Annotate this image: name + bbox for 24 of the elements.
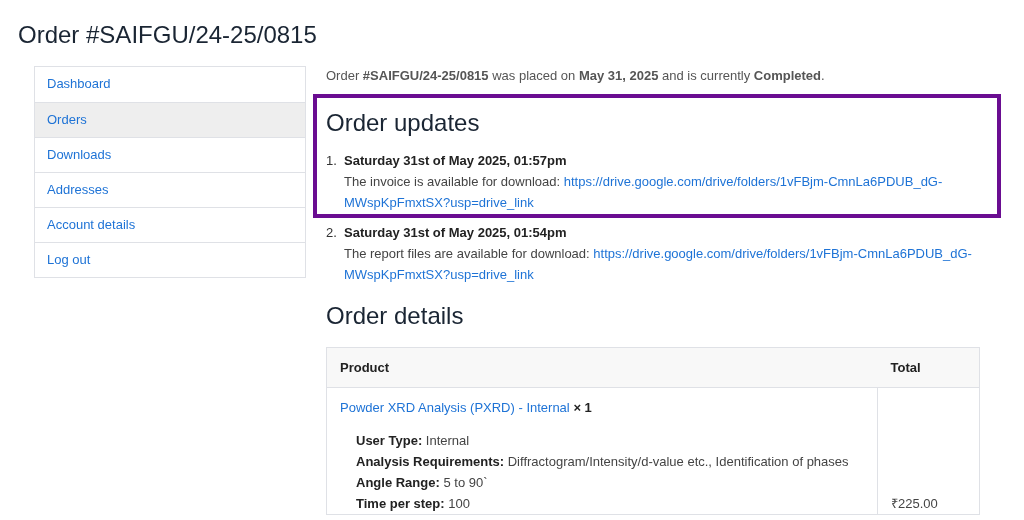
nav-link[interactable]: Orders <box>35 102 305 137</box>
download-link[interactable]: MWspKpFmxtSX?usp=drive_link <box>344 195 534 210</box>
column-header: Product <box>326 347 878 388</box>
update-message: The report files are available for download: <box>344 246 590 261</box>
product-meta: Angle Range: 5 to 90` <box>356 474 489 492</box>
update-message: The invoice is available for download: <box>344 174 561 189</box>
update-date: Saturday 31st of May 2025, 01:57pm <box>344 152 568 170</box>
product-meta: User Type: Internal <box>356 432 471 450</box>
download-link[interactable]: https://drive.google.com/drive/folders/1vFBjm-CmnLa6PDUB_dG- <box>593 246 972 261</box>
update-date: Saturday 31st of May 2025, 01:54pm <box>344 224 568 242</box>
quantity: × 1 <box>573 400 592 415</box>
total-cell: ₹225.00 <box>877 387 980 515</box>
order-summary: Order #SAIFGU/24-25/0815 was placed on May 31, 2025 and is currently Completed. <box>326 67 826 85</box>
page-title: Order #SAIFGU/24-25/0815 <box>18 20 318 50</box>
list-number: 1. <box>326 152 338 170</box>
section-heading: Order updates <box>326 108 481 138</box>
list-number: 2. <box>326 224 338 242</box>
product-meta: Analysis Requirements: Diffractogram/Intensity/d-value etc., Identification of phases <box>356 453 850 471</box>
product-link[interactable]: Powder XRD Analysis (PXRD) - Internal <box>340 400 570 415</box>
download-link[interactable]: https://drive.google.com/drive/folders/1vFBjm-CmnLa6PDUB_dG- <box>563 174 943 189</box>
column-header: Total <box>877 347 980 388</box>
download-link[interactable]: MWspKpFmxtSX?usp=drive_link <box>344 267 534 282</box>
section-heading: Order details <box>326 301 465 331</box>
product-meta: Time per step: 100 <box>356 495 471 513</box>
